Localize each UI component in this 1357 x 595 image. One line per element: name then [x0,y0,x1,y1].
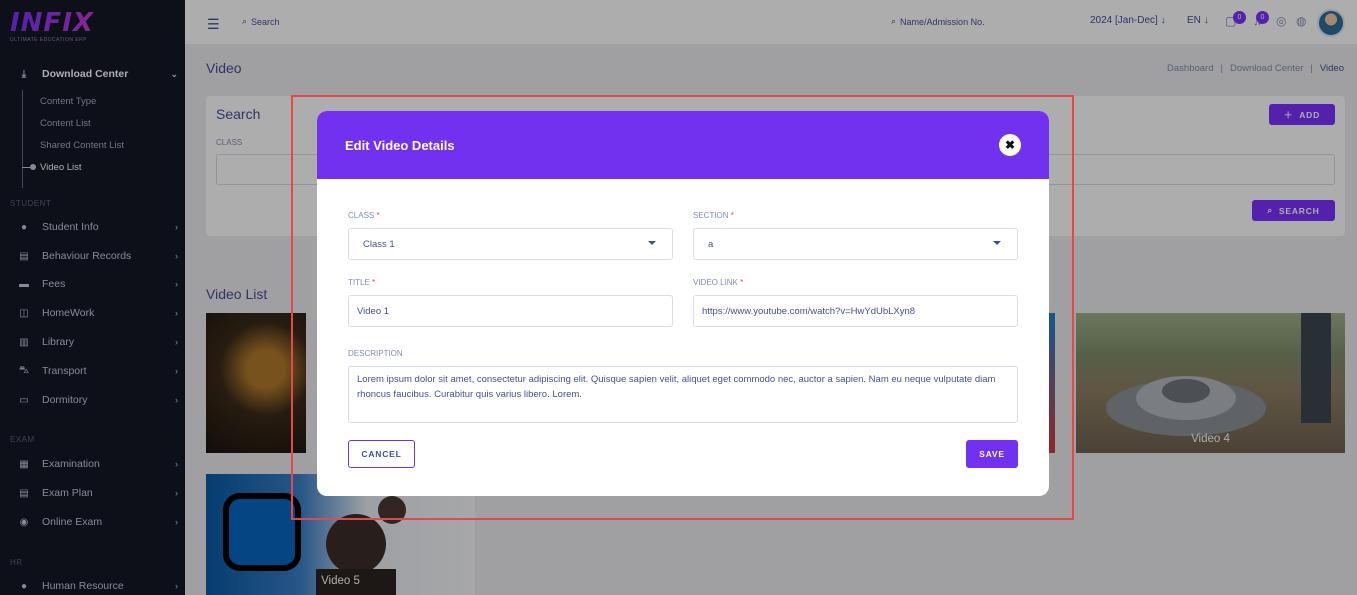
highlight-box [291,95,1074,520]
